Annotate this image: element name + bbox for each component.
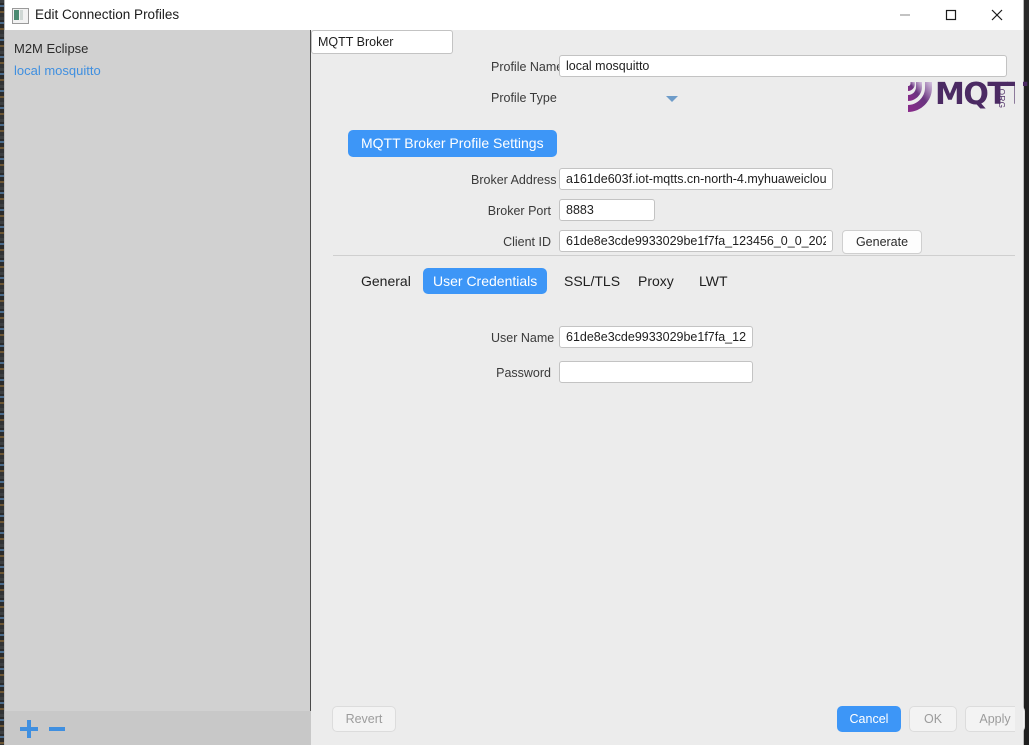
background-app-sliver-right	[1023, 30, 1029, 745]
mqtt-logo-word: MQTT	[935, 77, 1027, 112]
sidebar-toolbar	[5, 711, 311, 745]
tab-lwt[interactable]: LWT	[689, 268, 738, 294]
tab-user-credentials[interactable]: User Credentials	[423, 268, 548, 294]
mqtt-logo: MQTT .ORG	[908, 78, 1027, 116]
broker-port-label: Broker Port	[487, 204, 551, 218]
broker-port-input[interactable]	[559, 199, 655, 221]
remove-profile-button[interactable]	[49, 721, 67, 737]
broker-address-input[interactable]	[559, 168, 833, 190]
profile-list-sidebar: M2M Eclipse local mosquitto	[5, 30, 311, 745]
user-name-label: User Name	[491, 331, 555, 345]
tab-proxy[interactable]: Proxy	[628, 268, 684, 294]
revert-button[interactable]: Revert	[332, 706, 396, 732]
generate-client-id-button[interactable]: Generate	[842, 230, 922, 254]
mqtt-wave-icon	[908, 82, 932, 112]
ok-button[interactable]: OK	[909, 706, 957, 732]
section-divider	[333, 255, 1020, 256]
profile-type-value: MQTT Broker	[318, 35, 394, 49]
add-profile-button[interactable]	[20, 720, 38, 738]
client-id-input[interactable]	[559, 230, 833, 252]
profile-name-input[interactable]	[559, 55, 1007, 77]
tab-ssl-tls[interactable]: SSL/TLS	[554, 268, 630, 294]
sidebar-item-m2m-eclipse[interactable]: M2M Eclipse	[5, 38, 310, 60]
mqtt-broker-profile-settings-button[interactable]: MQTT Broker Profile Settings	[348, 130, 557, 157]
profile-type-select[interactable]: MQTT Broker	[311, 30, 453, 54]
minimize-icon	[900, 14, 910, 16]
password-label: Password	[496, 366, 551, 380]
mqtt-logo-org: .ORG	[997, 86, 1006, 109]
title-bar: Edit Connection Profiles	[5, 0, 1023, 31]
sidebar-item-local-mosquitto[interactable]: local mosquitto	[5, 60, 310, 82]
profile-type-label: Profile Type	[491, 91, 557, 105]
maximize-icon	[945, 9, 957, 21]
vertical-scrollbar-track[interactable]	[1015, 30, 1023, 745]
close-icon	[991, 9, 1003, 21]
edit-connection-profiles-dialog: Edit Connection Profiles M2M Eclipse loc…	[5, 0, 1027, 745]
chevron-down-icon	[666, 96, 678, 102]
dialog-footer: Revert Cancel OK Apply	[311, 703, 1025, 745]
client-id-label: Client ID	[503, 235, 551, 249]
user-name-input[interactable]	[559, 326, 753, 348]
profile-editor-panel: Profile Name Profile Type MQTT Broker	[311, 30, 1027, 745]
broker-address-label: Broker Address	[471, 173, 557, 187]
window-title: Edit Connection Profiles	[35, 7, 180, 22]
tab-general[interactable]: General	[351, 268, 421, 294]
cancel-button[interactable]: Cancel	[837, 706, 901, 732]
maximize-button[interactable]	[928, 0, 974, 30]
close-button[interactable]	[974, 0, 1020, 30]
app-icon	[12, 8, 29, 24]
minimize-button[interactable]	[882, 0, 928, 30]
profile-name-label: Profile Name	[491, 60, 564, 74]
password-input[interactable]	[559, 361, 753, 383]
